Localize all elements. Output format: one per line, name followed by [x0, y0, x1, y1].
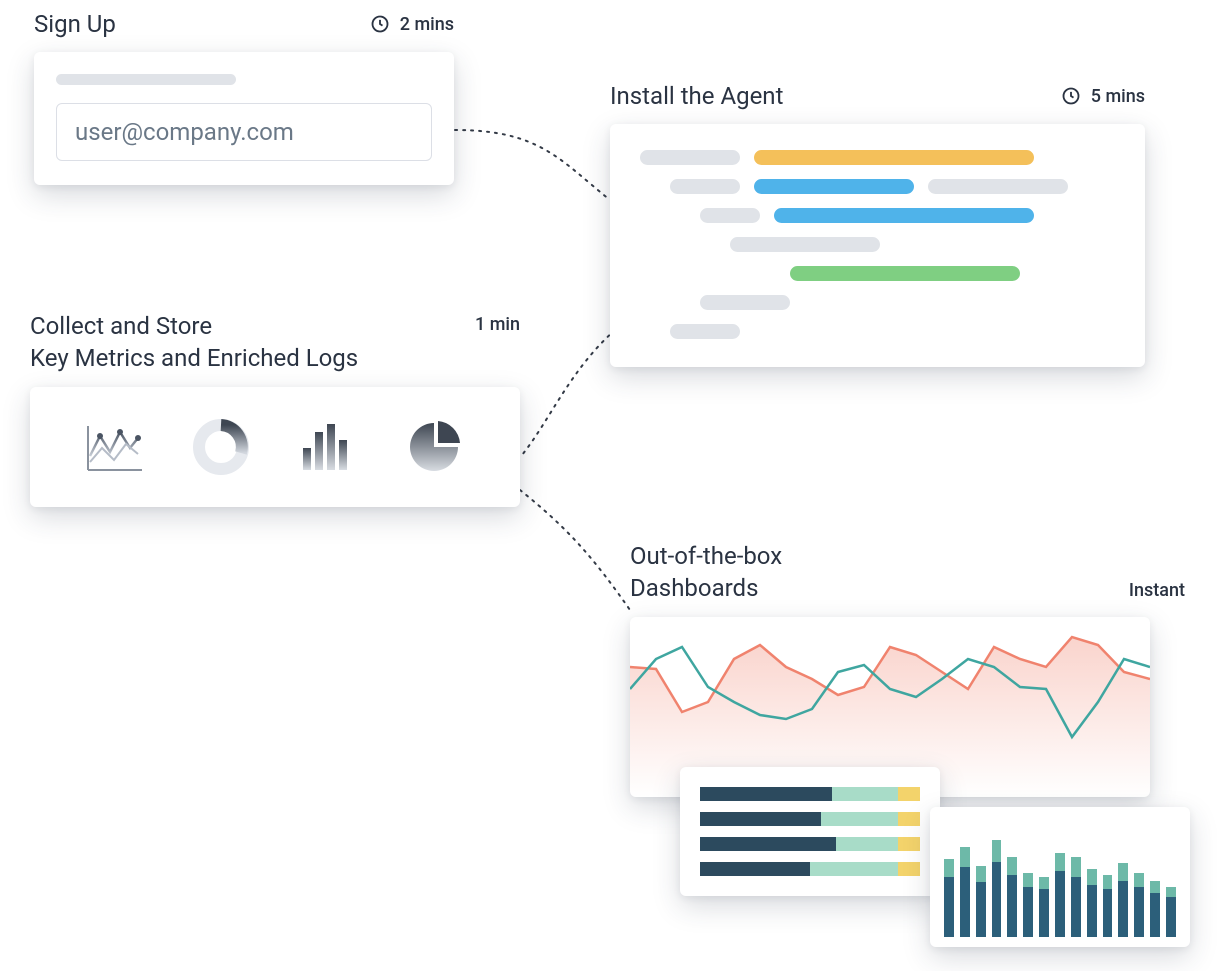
signup-time: 2 mins	[370, 14, 454, 35]
install-card	[610, 124, 1145, 367]
step-install: Install the Agent 5 mins	[610, 80, 1145, 367]
placeholder-line	[56, 74, 236, 85]
clock-icon	[370, 14, 390, 34]
step-collect: Collect and Store Key Metrics and Enrich…	[30, 310, 520, 507]
step-signup: Sign Up 2 mins user@company.com	[34, 8, 454, 185]
signup-card: user@company.com	[34, 52, 454, 185]
bar-chart-icon	[294, 417, 364, 477]
email-input[interactable]: user@company.com	[56, 103, 432, 161]
step-dashboards: Out-of-the-box Dashboards Instant	[630, 540, 1185, 957]
collect-card	[30, 387, 520, 507]
signup-time-label: 2 mins	[400, 14, 454, 35]
install-time-label: 5 mins	[1091, 86, 1145, 107]
pie-chart-icon	[401, 417, 471, 477]
line-chart-icon	[79, 417, 149, 477]
collect-time-label: 1 min	[475, 314, 520, 335]
collect-title: Collect and Store Key Metrics and Enrich…	[30, 310, 358, 375]
signup-title: Sign Up	[34, 8, 116, 40]
install-time: 5 mins	[1061, 86, 1145, 107]
install-title: Install the Agent	[610, 80, 783, 112]
collect-time: 1 min	[475, 314, 520, 335]
dashboard-vbars-card	[930, 807, 1190, 947]
dashboards-time: Instant	[1129, 580, 1185, 601]
donut-chart-icon	[186, 417, 256, 477]
dashboards-title: Out-of-the-box Dashboards	[630, 540, 782, 605]
dashboards-time-label: Instant	[1129, 580, 1185, 601]
dashboard-hbars-card	[680, 767, 940, 896]
clock-icon	[1061, 86, 1081, 106]
